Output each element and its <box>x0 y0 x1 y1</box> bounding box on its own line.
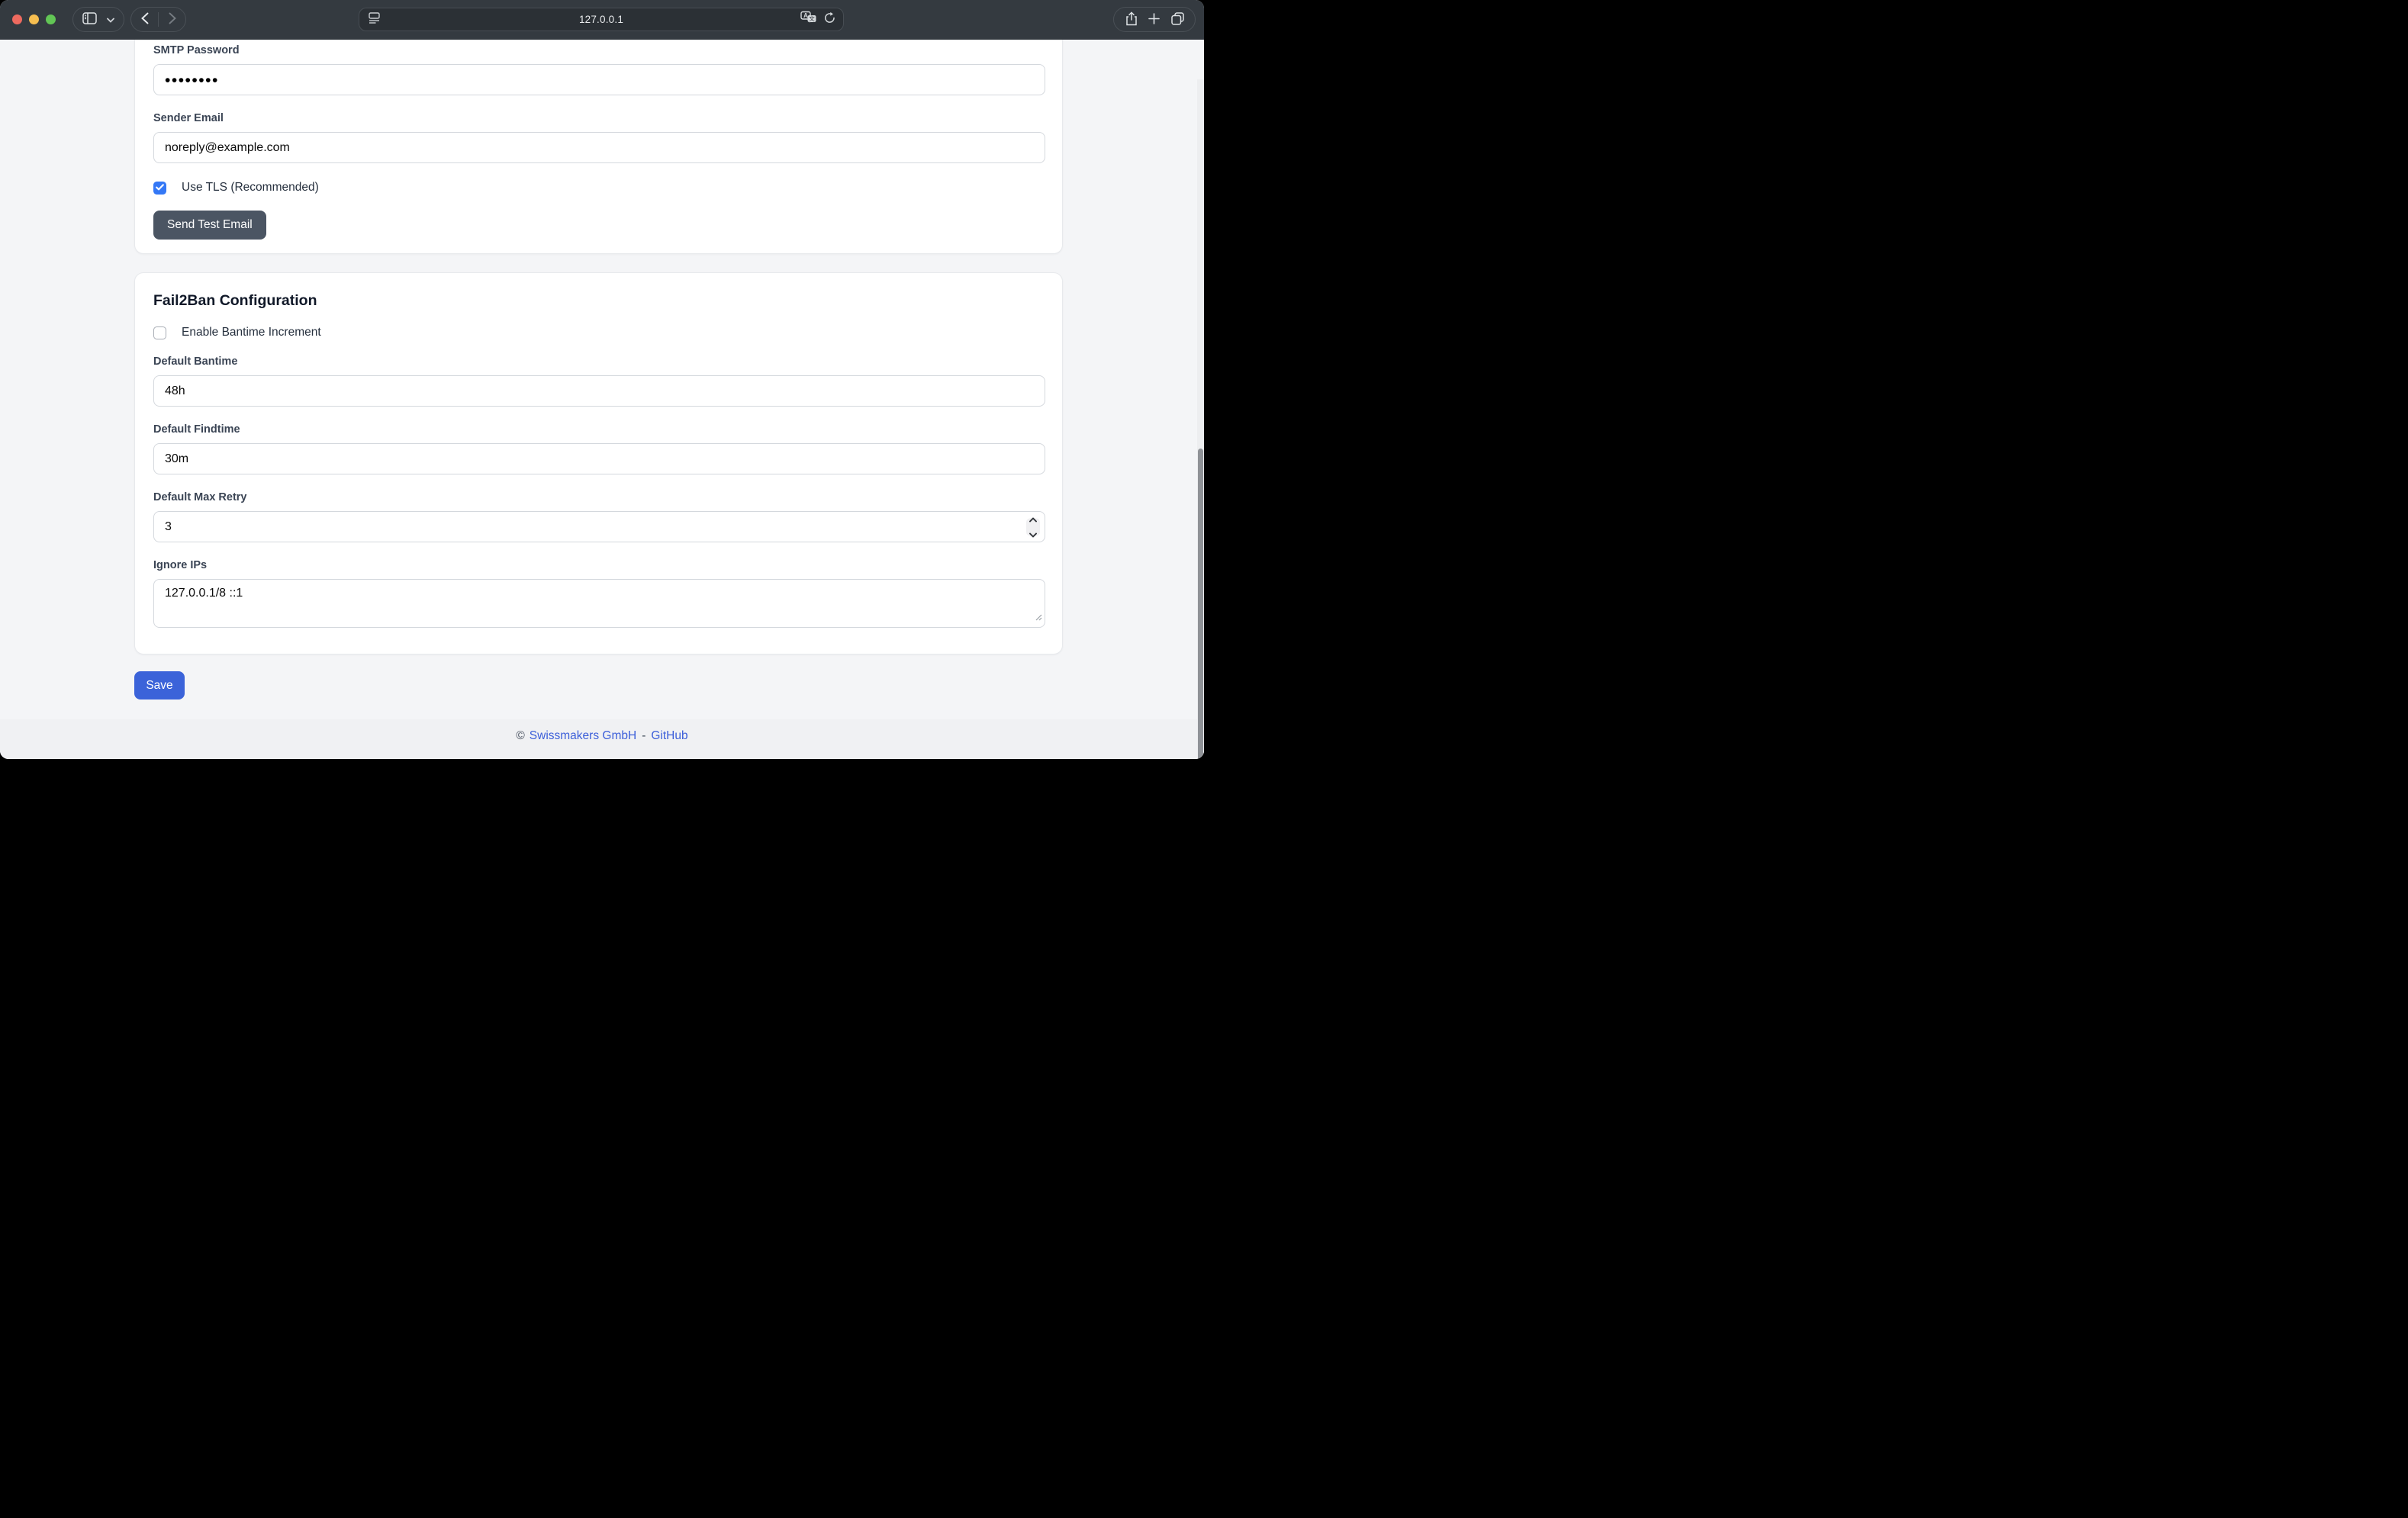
share-icon <box>1125 11 1138 28</box>
sidebar-menu-chevron[interactable] <box>107 14 114 25</box>
sidebar-toggle-icon <box>82 12 97 27</box>
sidebar-button-group <box>72 7 124 32</box>
bantime-increment-row: Enable Bantime Increment <box>153 323 1044 342</box>
default-max-retry-label: Default Max Retry <box>153 490 1044 505</box>
tab-overview-button[interactable] <box>1171 12 1184 27</box>
window-controls <box>12 14 56 24</box>
navigation-button-group <box>130 7 186 32</box>
default-max-retry-input[interactable] <box>153 511 1045 542</box>
forward-button[interactable] <box>169 12 176 27</box>
use-tls-checkbox[interactable] <box>153 182 166 195</box>
url-text[interactable]: 127.0.0.1 <box>359 8 843 31</box>
sender-email-field-group: Sender Email <box>153 111 1044 163</box>
browser-toolbar: 127.0.0.1 A 文 <box>0 0 1204 40</box>
company-link[interactable]: Swissmakers GmbH <box>530 729 636 743</box>
smtp-settings-card: SMTP Password Sender Email <box>134 40 1063 254</box>
default-bantime-input[interactable] <box>153 375 1045 407</box>
default-findtime-label: Default Findtime <box>153 422 1044 437</box>
scrollbar-track <box>1197 79 1204 759</box>
new-tab-button[interactable] <box>1148 13 1160 27</box>
translate-icon[interactable]: A 文 <box>800 11 817 28</box>
stepper-up-icon <box>1029 513 1037 526</box>
address-bar[interactable]: 127.0.0.1 A 文 <box>359 8 844 31</box>
bantime-increment-checkbox[interactable] <box>153 326 166 339</box>
close-window-button[interactable] <box>12 14 22 24</box>
smtp-password-input[interactable] <box>153 64 1045 95</box>
number-stepper[interactable] <box>1026 518 1040 535</box>
browser-window: 127.0.0.1 A 文 <box>0 0 1204 759</box>
svg-text:A: A <box>803 12 808 19</box>
save-button[interactable]: Save <box>134 671 185 700</box>
use-tls-label: Use TLS (Recommended) <box>182 181 319 195</box>
ignore-ips-field-group: Ignore IPs 127.0.0.1/8 ::1 <box>153 558 1044 628</box>
address-bar-actions: A 文 <box>800 11 835 28</box>
fail2ban-config-card: Fail2Ban Configuration Enable Bantime In… <box>134 272 1063 654</box>
copyright-symbol: © <box>516 729 524 743</box>
ignore-ips-textarea[interactable]: 127.0.0.1/8 ::1 <box>153 579 1045 628</box>
default-bantime-label: Default Bantime <box>153 354 1044 369</box>
use-tls-row: Use TLS (Recommended) <box>153 178 1044 197</box>
page-content: SMTP Password Sender Email <box>0 40 1204 759</box>
default-max-retry-field-group: Default Max Retry <box>153 490 1044 542</box>
bantime-increment-label: Enable Bantime Increment <box>182 326 321 339</box>
zoom-window-button[interactable] <box>46 14 56 24</box>
nav-divider <box>158 12 159 27</box>
smtp-password-label: SMTP Password <box>153 43 1044 58</box>
default-findtime-field-group: Default Findtime <box>153 422 1044 474</box>
minimize-window-button[interactable] <box>29 14 39 24</box>
ignore-ips-label: Ignore IPs <box>153 558 1044 573</box>
toolbar-right-group <box>1113 7 1196 32</box>
page-footer: © Swissmakers GmbH - GitHub <box>0 719 1204 759</box>
svg-text:文: 文 <box>809 14 815 21</box>
sender-email-input[interactable] <box>153 132 1045 163</box>
check-icon <box>156 181 164 195</box>
forward-icon <box>169 12 176 27</box>
github-link[interactable]: GitHub <box>651 729 687 743</box>
settings-form: SMTP Password Sender Email <box>134 40 1063 700</box>
sender-email-label: Sender Email <box>153 111 1044 126</box>
tab-overview-icon <box>1171 12 1184 27</box>
default-bantime-field-group: Default Bantime <box>153 354 1044 407</box>
reload-icon[interactable] <box>824 11 835 27</box>
new-tab-icon <box>1148 13 1160 27</box>
scrollbar-thumb[interactable] <box>1198 449 1203 759</box>
send-test-email-button[interactable]: Send Test Email <box>153 211 266 240</box>
share-button[interactable] <box>1125 11 1138 28</box>
fail2ban-card-title: Fail2Ban Configuration <box>153 291 1044 310</box>
sidebar-toggle-button[interactable] <box>82 12 97 27</box>
back-icon <box>141 12 149 27</box>
smtp-password-field-group: SMTP Password <box>153 43 1044 95</box>
footer-separator: - <box>642 729 645 743</box>
stepper-down-icon <box>1029 528 1037 542</box>
back-button[interactable] <box>141 12 149 27</box>
chevron-down-icon <box>107 14 114 25</box>
default-findtime-input[interactable] <box>153 443 1045 474</box>
